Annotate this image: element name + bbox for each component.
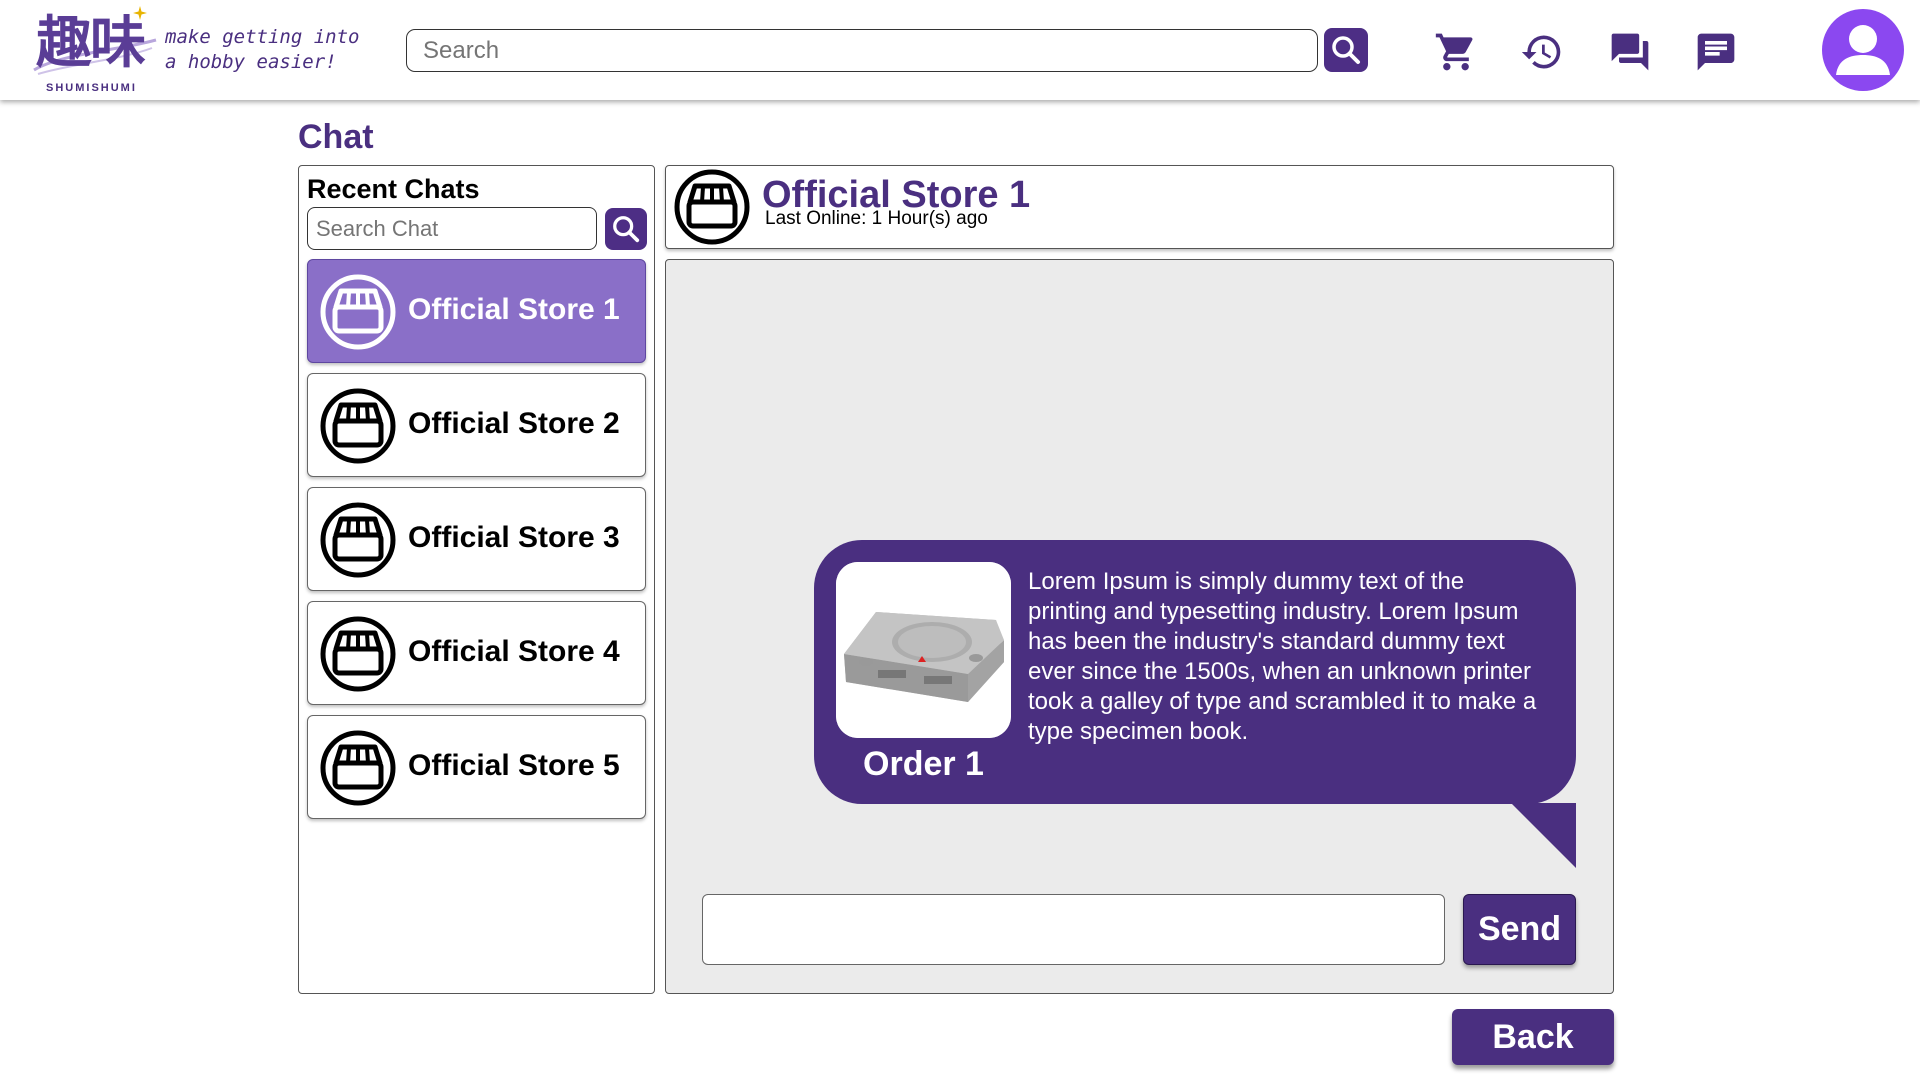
store-icon — [320, 274, 396, 350]
chat-item-label: Official Store 3 — [408, 521, 620, 554]
tagline-line1: make getting into — [165, 26, 360, 48]
top-header: 趣味 SHUMISHUMI make getting into a hobby … — [0, 0, 1920, 100]
logo-kanji: 趣味 — [36, 11, 146, 76]
send-button[interactable]: Send — [1463, 894, 1576, 965]
message-text: Lorem Ipsum is simply dummy text of the … — [1028, 568, 1537, 745]
message-bubble: Order 1 Lorem Ipsum is simply dummy text… — [814, 540, 1576, 804]
chat-header: Official Store 1 Last Online: 1 Hour(s) … — [665, 165, 1614, 249]
account-avatar[interactable] — [1822, 9, 1904, 91]
message-icon — [1697, 33, 1735, 71]
sparkle-icon — [133, 6, 147, 20]
chat-search-button[interactable] — [605, 208, 647, 250]
store-icon — [674, 169, 750, 245]
chat-item-official-store-4[interactable]: Official Store 4 — [307, 601, 646, 705]
chat-item-official-store-1[interactable]: Official Store 1 — [307, 259, 646, 363]
console-product-image — [836, 562, 1011, 738]
store-icon — [320, 388, 396, 464]
recent-chats-panel: Recent Chats Official Store 1 Official S… — [298, 165, 655, 994]
chat-item-official-store-5[interactable]: Official Store 5 — [307, 715, 646, 819]
order-label: Order 1 — [863, 745, 984, 783]
cart-button[interactable] — [1434, 30, 1478, 74]
recent-chats-title: Recent Chats — [307, 174, 480, 204]
forum-button[interactable] — [1608, 30, 1652, 74]
chat-last-online: Last Online: 1 Hour(s) ago — [765, 208, 988, 229]
order-card[interactable] — [836, 562, 1011, 738]
store-icon — [320, 616, 396, 692]
search-button[interactable] — [1324, 28, 1368, 72]
bubble-tail — [1511, 803, 1576, 868]
search-icon — [613, 216, 640, 243]
store-icon — [320, 502, 396, 578]
page-title: Chat — [298, 118, 374, 156]
tagline: make getting into a hobby easier! — [165, 25, 359, 75]
chat-item-label: Official Store 1 — [408, 293, 620, 326]
message-input[interactable] — [702, 894, 1445, 965]
chat-item-official-store-2[interactable]: Official Store 2 — [307, 373, 646, 477]
chat-item-label: Official Store 2 — [408, 407, 620, 440]
history-button[interactable] — [1520, 30, 1564, 74]
logo-subtext: SHUMISHUMI — [46, 82, 137, 94]
chat-messages-area: Order 1 Lorem Ipsum is simply dummy text… — [665, 259, 1614, 994]
account-icon — [1836, 25, 1890, 75]
site-logo[interactable]: 趣味 SHUMISHUMI — [30, 6, 160, 94]
chat-item-label: Official Store 4 — [408, 635, 620, 668]
search-icon — [1332, 36, 1360, 64]
tagline-line2: a hobby easier! — [165, 51, 337, 73]
forum-icon — [1611, 33, 1649, 71]
cart-icon — [1435, 33, 1473, 71]
store-icon — [320, 730, 396, 806]
history-icon — [1521, 35, 1561, 69]
search-input[interactable] — [406, 29, 1318, 72]
chat-item-label: Official Store 5 — [408, 749, 620, 782]
back-button[interactable]: Back — [1452, 1009, 1614, 1065]
chat-item-official-store-3[interactable]: Official Store 3 — [307, 487, 646, 591]
chat-search-input[interactable] — [307, 207, 597, 250]
messages-button[interactable] — [1694, 30, 1738, 74]
